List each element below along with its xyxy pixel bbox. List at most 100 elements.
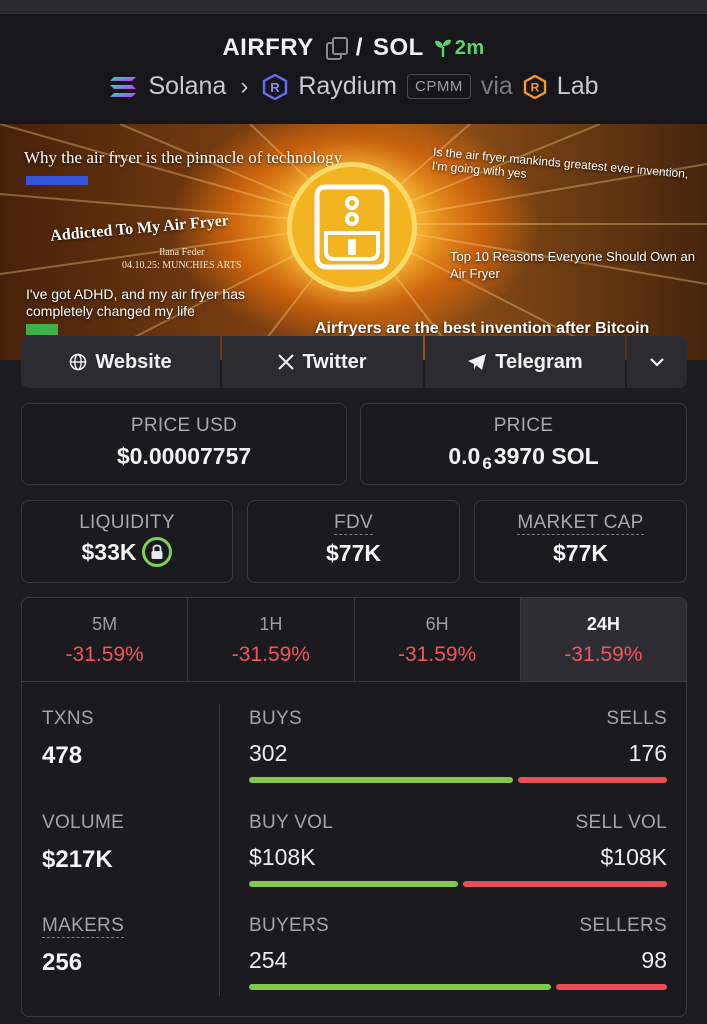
- solana-icon[interactable]: [108, 75, 138, 99]
- banner-headline: Top 10 Reasons Everyone Should Own an Ai…: [450, 249, 695, 281]
- svg-text:R: R: [271, 80, 281, 95]
- makers-label: MAKERS: [42, 915, 125, 938]
- price-usd-card: PRICE USD $0.00007757: [21, 403, 347, 485]
- makers-label-wrap: MAKERS: [42, 915, 125, 938]
- timeframe-tabs: 5M -31.59% 1H -31.59% 6H -31.59% 24H -31…: [22, 598, 686, 682]
- trading-stats-panel: 5M -31.59% 1H -31.59% 6H -31.59% 24H -31…: [21, 597, 687, 1017]
- txns-label: TXNS: [42, 708, 94, 729]
- pair-header: AIRFRY / SOL 2m Solana › R Raydium CPMM …: [0, 14, 707, 124]
- txns-stat: TXNS 478: [42, 708, 94, 770]
- website-button[interactable]: Website: [21, 336, 220, 388]
- via-label: via: [480, 72, 513, 100]
- author-name: Ilana Feder: [159, 247, 205, 258]
- tab-change: -31.59%: [65, 643, 144, 666]
- air-fryer-icon: [314, 184, 390, 270]
- raydium-icon[interactable]: R: [262, 73, 288, 100]
- stats-divider: [219, 704, 220, 996]
- twitter-button[interactable]: Twitter: [222, 336, 423, 388]
- chain-name[interactable]: Solana: [148, 72, 226, 101]
- launchpad-name[interactable]: Lab: [557, 72, 599, 101]
- sells-value: 176: [628, 740, 667, 766]
- age-value: 2m: [454, 36, 485, 59]
- buyers-value: 254: [249, 947, 288, 973]
- volume-value: $217K: [42, 846, 113, 873]
- token-symbol: AIRFRY: [222, 34, 314, 61]
- tab-1h[interactable]: 1H -31.59%: [188, 598, 355, 681]
- chevron-down-icon: [650, 358, 664, 367]
- social-links-bar: Website Twitter Telegram: [21, 336, 687, 388]
- makers-stat[interactable]: MAKERS 256: [42, 915, 125, 977]
- sells-bar-fill: [518, 777, 667, 783]
- svg-text:R: R: [530, 80, 539, 94]
- buyers-bar-fill: [249, 984, 551, 990]
- tab-change: -31.59%: [398, 643, 477, 666]
- sell-vol-value: $108K: [600, 844, 667, 870]
- buys-sells-bar: [249, 777, 667, 783]
- buy-vol-bar-fill: [249, 881, 458, 887]
- makers-value: 256: [42, 949, 83, 976]
- tab-5m[interactable]: 5M -31.59%: [22, 598, 189, 681]
- telegram-button[interactable]: Telegram: [425, 336, 625, 388]
- banner-headline: I've got ADHD, and my air fryer has comp…: [26, 286, 245, 319]
- buyers-sellers-bar: [249, 984, 667, 990]
- buy-vol-label: BUY VOL: [249, 812, 334, 833]
- tab-change: -31.59%: [564, 643, 643, 666]
- air-fryer-logo: [287, 162, 417, 292]
- chevron-right-icon: ›: [240, 72, 249, 100]
- sellers-label: SELLERS: [579, 915, 667, 936]
- price-native-prefix: 0.0: [448, 443, 481, 469]
- market-cap-label: MARKET CAP: [517, 512, 644, 535]
- dex-name[interactable]: Raydium: [298, 72, 397, 101]
- txns-value: 478: [42, 742, 83, 769]
- telegram-label: Telegram: [495, 350, 583, 373]
- price-usd-value: $0.00007757: [116, 443, 252, 469]
- price-native-value: 0.0 6 3970 SOL: [361, 443, 686, 473]
- liquidity-card: LIQUIDITY $33K: [21, 500, 233, 583]
- tab-label: 1H: [259, 614, 283, 634]
- twitter-label: Twitter: [302, 350, 367, 373]
- copy-icon[interactable]: [325, 37, 348, 60]
- buys-sells-split: BUYS SELLS 302 176: [249, 708, 667, 783]
- price-usd-label: PRICE USD: [130, 415, 238, 436]
- market-cap-label-wrap: MARKET CAP: [475, 512, 686, 535]
- price-native-suffix: 3970 SOL: [493, 443, 599, 469]
- x-logo-icon: [278, 354, 295, 370]
- feature-tag: [26, 324, 58, 335]
- sell-vol-label: SELL VOL: [575, 812, 667, 833]
- market-cap-card[interactable]: MARKET CAP $77K: [474, 500, 687, 583]
- liquidity-label: LIQUIDITY: [79, 512, 175, 533]
- fdv-value: $77K: [326, 540, 381, 566]
- tab-label: 6H: [425, 614, 449, 634]
- sells-label: SELLS: [606, 708, 667, 729]
- fdv-label: FDV: [334, 512, 373, 535]
- price-native-label: PRICE: [493, 415, 554, 436]
- pair-route: Solana › R Raydium CPMM via R Lab: [0, 72, 707, 101]
- tab-24h[interactable]: 24H -31.59%: [520, 598, 686, 681]
- tab-label: 5M: [92, 614, 118, 634]
- globe-icon: [70, 353, 87, 371]
- buyers-label: BUYERS: [249, 915, 329, 936]
- quote-symbol: SOL: [372, 34, 424, 61]
- seedling-icon: [434, 39, 451, 57]
- sellers-bar-fill: [555, 984, 667, 990]
- volume-split: BUY VOL SELL VOL $108K $108K: [249, 812, 667, 887]
- tab-label: 24H: [586, 614, 620, 634]
- price-native-zero-count: 6: [482, 453, 492, 473]
- tab-change: -31.59%: [231, 643, 310, 666]
- sellers-value: 98: [641, 947, 667, 973]
- fdv-card[interactable]: FDV $77K: [247, 500, 460, 583]
- buys-value: 302: [249, 740, 288, 766]
- lab-icon[interactable]: R: [523, 74, 547, 99]
- banner-headline: Why the air fryer is the pinnacle of tec…: [24, 148, 343, 167]
- website-label: Website: [95, 350, 172, 373]
- tab-6h[interactable]: 6H -31.59%: [355, 598, 521, 681]
- category-tag: [26, 176, 88, 185]
- liquidity-value-row: $33K: [22, 537, 232, 567]
- pair-separator: /: [355, 34, 363, 61]
- liquidity-lock-icon[interactable]: [142, 537, 173, 567]
- liquidity-value: $33K: [81, 538, 137, 565]
- more-links-dropdown[interactable]: [627, 336, 687, 388]
- top-strip: [0, 0, 707, 14]
- buy-vol-value: $108K: [249, 844, 316, 870]
- price-native-card: PRICE 0.0 6 3970 SOL: [360, 403, 687, 485]
